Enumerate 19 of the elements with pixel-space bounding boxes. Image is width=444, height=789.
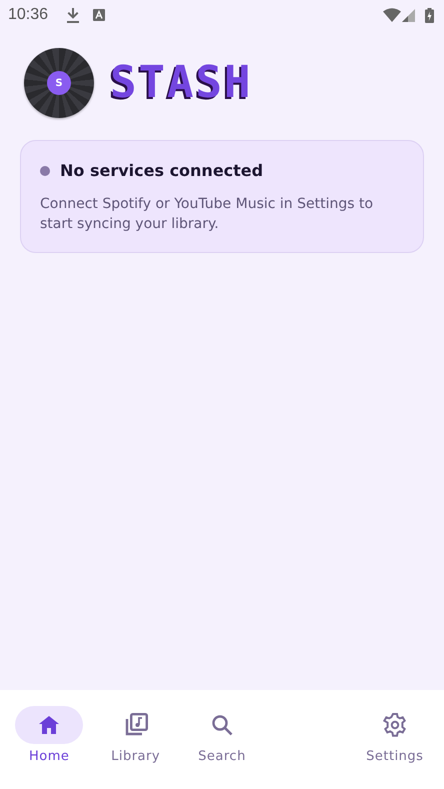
app-title: STASH [110,61,252,105]
wifi-icon [383,8,401,22]
status-dot [40,166,50,176]
search-icon [210,714,233,736]
download-icon [66,7,80,23]
keyboard-icon [93,9,106,21]
logo-letter: S [47,71,71,95]
nav-tab[interactable]: Settings [352,690,438,789]
status-message: Connect Spotify or YouTube Music in Settings to start syncing your library. [40,195,374,234]
status-title: No services connected [60,161,264,180]
nav-tab[interactable]: Search [178,690,266,789]
settings-icon [382,713,407,737]
nav-tab[interactable]: Library [92,690,179,789]
nav-tab[interactable]: Home [6,690,92,789]
home-icon [38,715,60,735]
clock-time: 10:36 [8,6,48,24]
music-library-icon [124,713,148,737]
battery-icon [425,8,434,22]
signal-icon [402,8,415,22]
